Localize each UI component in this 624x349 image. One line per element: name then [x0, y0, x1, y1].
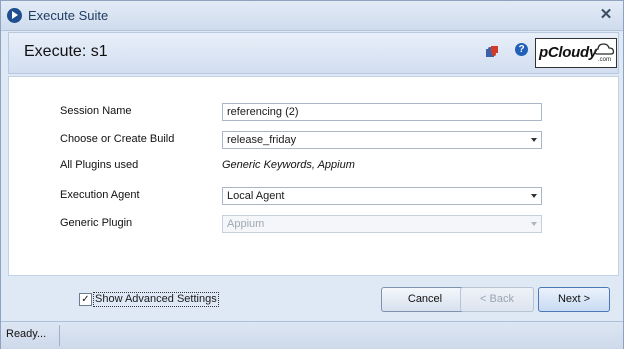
form-panel: Session Name referencing (2) Choose or C… [8, 76, 619, 276]
chevron-down-icon [531, 194, 537, 198]
agent-label: Execution Agent [60, 189, 140, 201]
generic-plugin-label: Generic Plugin [60, 217, 133, 229]
generic-plugin-select: Appium [222, 215, 542, 233]
agent-value: Local Agent [227, 190, 285, 202]
show-advanced-label[interactable]: Show Advanced Settings [93, 292, 219, 307]
cancel-button[interactable]: Cancel [381, 287, 469, 312]
window-title: Execute Suite [28, 8, 109, 23]
execute-suite-window: Execute Suite ✕ Execute: s1 ? pCloudy .c… [0, 0, 624, 349]
status-text: Ready... [6, 328, 47, 340]
help-icon[interactable]: ? [515, 43, 528, 56]
build-select[interactable]: release_friday [222, 131, 542, 149]
build-value: release_friday [227, 134, 297, 146]
logo-suffix: .com [598, 57, 611, 63]
chevron-down-icon [531, 138, 537, 142]
puzzle-icon[interactable] [485, 45, 499, 59]
status-divider [59, 325, 60, 346]
pcloudy-logo: pCloudy .com [535, 38, 617, 68]
dialog-header: Execute: s1 ? pCloudy .com [8, 32, 619, 74]
agent-select[interactable]: Local Agent [222, 187, 542, 205]
play-icon [7, 8, 22, 23]
page-title: Execute: s1 [24, 43, 108, 60]
logo-text: pCloudy [539, 44, 597, 61]
status-bar: Ready... [1, 321, 623, 349]
plugins-value: Generic Keywords, Appium [222, 159, 355, 171]
close-icon[interactable]: ✕ [597, 5, 615, 25]
session-name-input[interactable]: referencing (2) [222, 103, 542, 121]
session-name-label: Session Name [60, 105, 132, 117]
cloud-icon: .com [594, 43, 615, 63]
chevron-down-icon [531, 222, 537, 226]
show-advanced-checkbox[interactable]: ✓ [79, 293, 92, 306]
title-bar: Execute Suite ✕ [1, 1, 623, 31]
generic-plugin-value: Appium [227, 218, 265, 230]
build-label: Choose or Create Build [60, 133, 175, 145]
back-button: < Back [460, 287, 534, 312]
session-name-value: referencing (2) [227, 106, 299, 118]
plugins-label: All Plugins used [60, 159, 139, 171]
next-button[interactable]: Next > [538, 287, 610, 312]
